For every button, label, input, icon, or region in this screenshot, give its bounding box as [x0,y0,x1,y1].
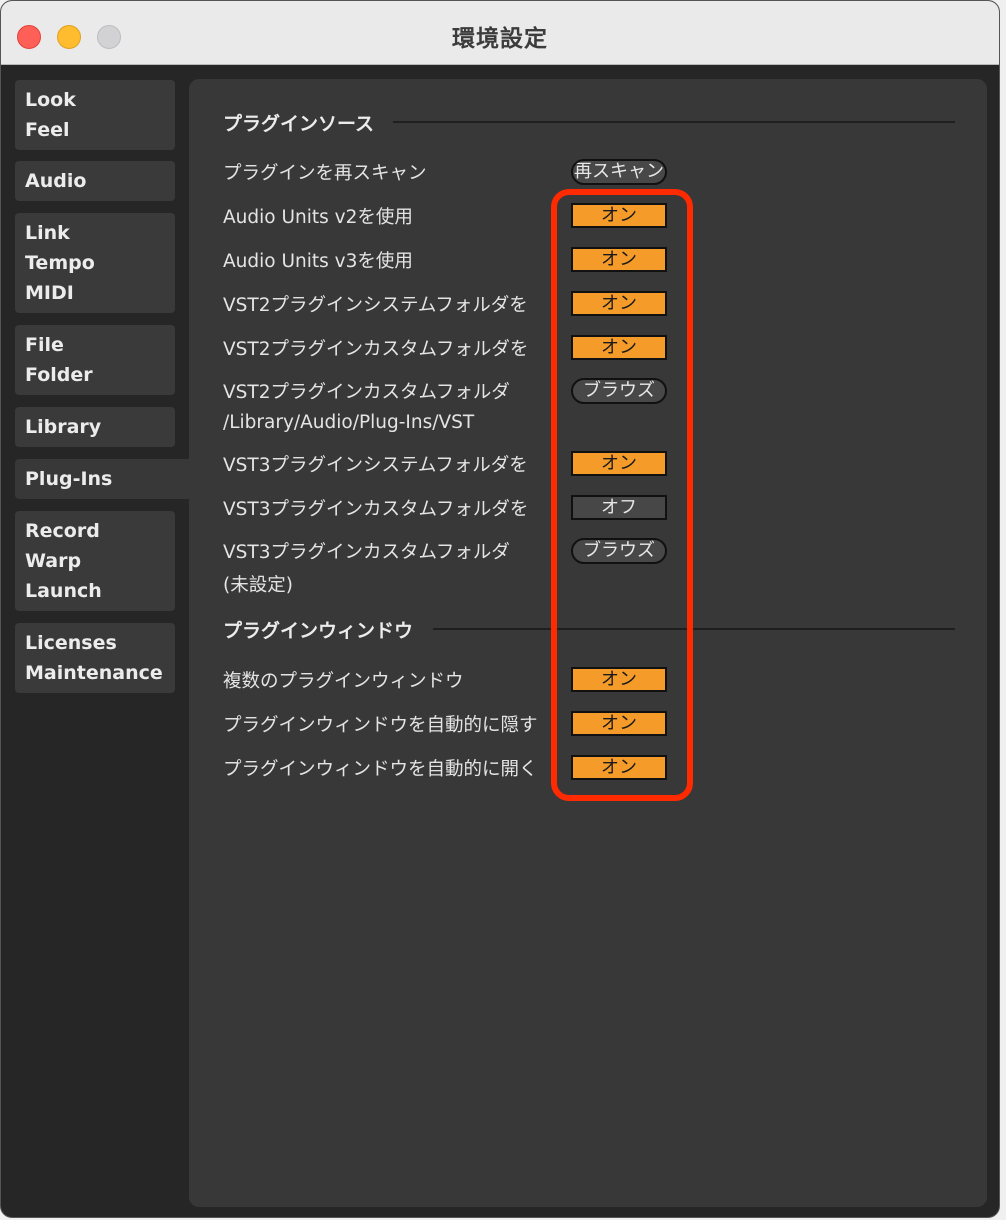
sidebar-tab-link-tempo-midi[interactable]: Link Tempo MIDI [15,213,175,313]
vst3-system-folder-label: VST3プラグインシステムフォルダを [223,455,528,476]
section-header-plugin-windows: プラグインウィンドウ [223,620,414,642]
sidebar-item-tempo: Tempo [25,252,95,274]
vst3-custom-folder-label: VST3プラグインカスタムフォルダを [223,499,529,520]
section-header-plugin-sources: プラグインソース [223,113,375,135]
au-v3-toggle[interactable]: オン [571,247,667,272]
rescan-button[interactable]: 再スキャン [571,159,667,185]
vst2-system-folder-toggle[interactable]: オン [571,291,667,316]
au-v2-toggle[interactable]: オン [571,203,667,228]
sidebar-item-record: Record [25,520,100,542]
sidebar-tab-library[interactable]: Library [15,407,175,447]
sidebar-item-warp: Warp [25,550,82,572]
auto-hide-plugin-windows-label: プラグインウィンドウを自動的に隠す [223,715,538,736]
sidebar-item-licenses: Licenses [25,632,117,654]
sidebar-tab-plug-ins[interactable]: Plug-Ins [15,459,191,499]
vst2-custom-folder-label: VST2プラグインカスタムフォルダを [223,339,529,360]
sidebar-item-launch: Launch [25,580,102,602]
section-divider [393,121,955,123]
sidebar-tab-audio[interactable]: Audio [15,161,175,201]
auto-open-plugin-windows-label: プラグインウィンドウを自動的に開く [223,759,538,780]
preferences-window: 環境設定 Look Feel Audio Link Tempo MIDI Fil… [0,0,1000,1218]
vst2-custom-folder-path: /Library/Audio/Plug-Ins/VST [223,412,475,433]
multiple-plugin-windows-toggle[interactable]: オン [571,667,667,692]
au-v3-label: Audio Units v3を使用 [223,251,413,272]
sidebar-item-feel: Feel [25,119,70,141]
multiple-plugin-windows-label: 複数のプラグインウィンドウ [223,671,464,692]
plug-ins-settings-panel: プラグインソース プラグインを再スキャン 再スキャン Audio Units v… [189,79,987,1207]
vst3-system-folder-toggle[interactable]: オン [571,451,667,476]
sidebar-item-audio: Audio [25,170,87,192]
vst3-custom-folder-path: (未設定) [223,575,293,596]
auto-hide-plugin-windows-toggle[interactable]: オン [571,711,667,736]
sidebar-item-plug-ins: Plug-Ins [25,468,113,490]
sidebar-item-look: Look [25,89,76,111]
au-v2-label: Audio Units v2を使用 [223,207,413,228]
preferences-sidebar: Look Feel Audio Link Tempo MIDI File Fol… [1,65,191,1217]
sidebar-tab-licenses-maintenance[interactable]: Licenses Maintenance [15,623,175,693]
vst3-browse-button[interactable]: ブラウズ [571,538,667,564]
auto-open-plugin-windows-toggle[interactable]: オン [571,755,667,780]
vst2-custom-folder-path-label: VST2プラグインカスタムフォルダ [223,382,510,403]
sidebar-item-library: Library [25,416,102,438]
sidebar-item-folder: Folder [25,364,93,386]
sidebar-tab-file-folder[interactable]: File Folder [15,325,175,395]
sidebar-item-midi: MIDI [25,282,74,304]
vst2-custom-folder-toggle[interactable]: オン [571,335,667,360]
sidebar-tab-look-feel[interactable]: Look Feel [15,80,175,150]
section-divider [433,628,955,630]
vst2-system-folder-label: VST2プラグインシステムフォルダを [223,295,528,316]
title-bar: 環境設定 [1,1,999,65]
window-title: 環境設定 [452,26,548,52]
sidebar-item-file: File [25,334,64,356]
vst2-browse-button[interactable]: ブラウズ [571,378,667,404]
vst3-custom-folder-toggle[interactable]: オフ [571,495,667,520]
sidebar-item-link: Link [25,222,70,244]
vst3-custom-folder-path-label: VST3プラグインカスタムフォルダ [223,542,510,563]
rescan-plugins-label: プラグインを再スキャン [223,163,427,184]
sidebar-item-maintenance: Maintenance [25,662,163,684]
sidebar-tab-record-warp-launch[interactable]: Record Warp Launch [15,511,175,611]
